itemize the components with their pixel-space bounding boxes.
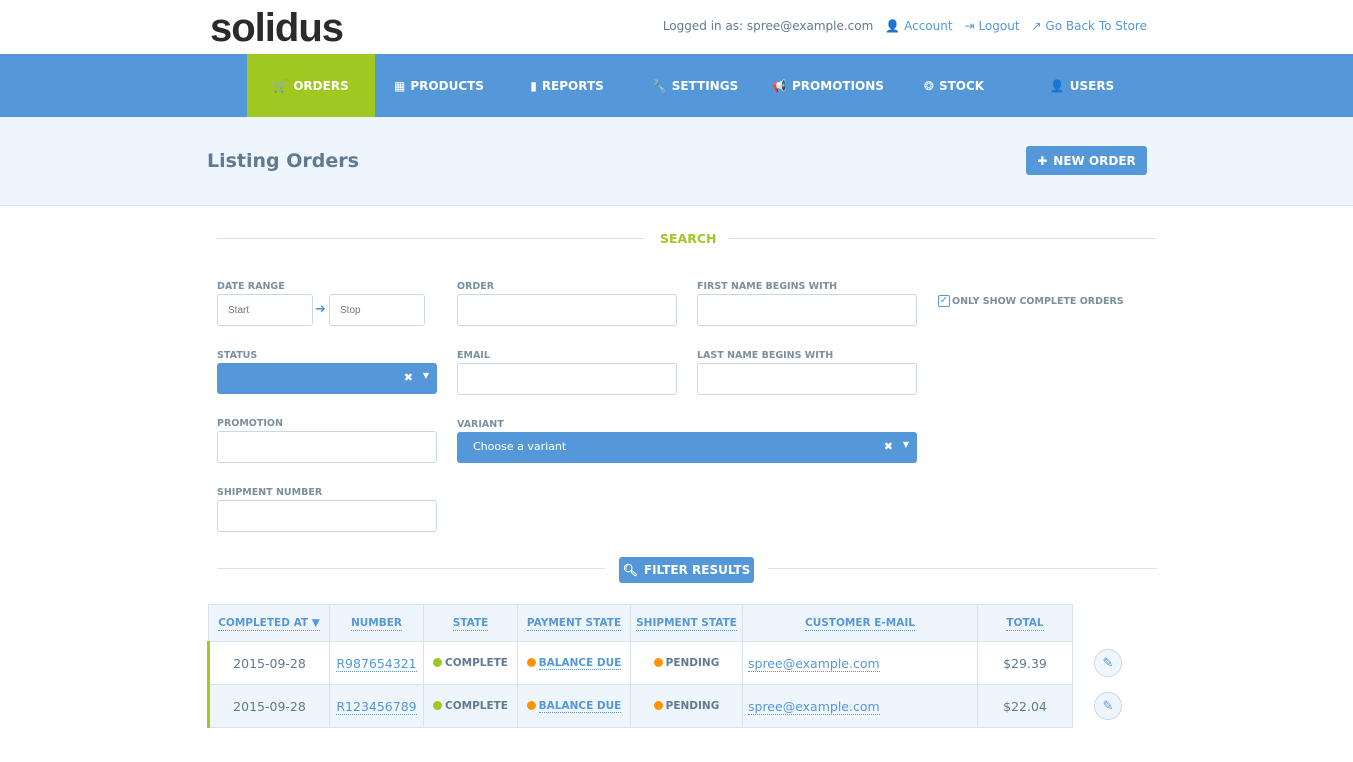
promotion-label: PROMOTION <box>217 418 283 429</box>
col-number[interactable]: NUMBER <box>329 604 424 642</box>
shipment-number-label: SHIPMENT NUMBER <box>217 487 323 498</box>
orders-table: COMPLETED AT ▼ NUMBER STATE PAYMENT STAT… <box>207 604 1073 728</box>
col-customer-email[interactable]: CUSTOMER E-MAIL <box>742 604 978 642</box>
table-row: 2015-09-28 R123456789 COMPLETE BALANCE D… <box>207 684 1073 728</box>
col-total[interactable]: TOTAL <box>977 604 1073 642</box>
first-name-input[interactable] <box>697 294 917 326</box>
only-complete-checkbox[interactable]: ✓ ONLY SHOW COMPLETE ORDERS <box>938 295 1124 307</box>
caret-down-icon: ▼ <box>902 440 909 449</box>
col-payment-state[interactable]: PAYMENT STATE <box>517 604 631 642</box>
last-name-label: LAST NAME BEGINS WITH <box>697 350 834 361</box>
user-links: Logged in as: spree@example.com 👤 Accoun… <box>663 19 1147 33</box>
variant-label: VARIANT <box>457 419 504 430</box>
plus-icon: ✚ <box>1037 153 1048 168</box>
edit-order-button[interactable]: ✎ <box>1094 692 1122 720</box>
promotion-input[interactable] <box>217 431 437 463</box>
external-link-icon: ↗ <box>1031 19 1042 33</box>
nav-orders[interactable]: 🛒 ORDERS <box>247 54 375 123</box>
nav-promotions[interactable]: 📢 PROMOTIONS <box>764 54 892 117</box>
arrow-right-icon: ➜ <box>315 302 326 317</box>
clear-icon: ✖ <box>883 440 893 453</box>
status-select[interactable]: ✖ ▼ <box>217 363 437 394</box>
status-label: STATUS <box>217 350 258 361</box>
order-number-link[interactable]: R987654321 <box>336 655 417 672</box>
email-label: EMAIL <box>457 350 490 361</box>
variant-select[interactable]: Choose a variant ✖ ▼ <box>457 432 917 463</box>
nav-settings[interactable]: 🔧 SETTINGS <box>631 54 759 117</box>
search-icon: 🔍︎ <box>622 563 638 577</box>
customer-email-link[interactable]: spree@example.com <box>748 698 880 715</box>
col-completed-at[interactable]: COMPLETED AT ▼ <box>208 604 330 642</box>
col-shipment-state[interactable]: SHIPMENT STATE <box>630 604 743 642</box>
first-name-label: FIRST NAME BEGINS WITH <box>697 281 838 292</box>
email-input[interactable] <box>457 363 677 395</box>
logout-link[interactable]: ⇥ Logout <box>965 19 1020 33</box>
cart-icon: 🛒 <box>273 78 289 93</box>
bullhorn-icon: 📢 <box>772 78 788 93</box>
clear-icon: ✖ <box>403 371 413 384</box>
checkbox-icon: ✓ <box>938 295 950 307</box>
order-label: ORDER <box>457 281 495 292</box>
user-icon: 👤 <box>1049 78 1065 93</box>
date-start-input[interactable] <box>217 294 313 326</box>
solidus-logo[interactable]: solidus <box>210 6 344 51</box>
back-to-store-link[interactable]: ↗ Go Back To Store <box>1032 19 1147 33</box>
edit-order-button[interactable]: ✎ <box>1094 649 1122 677</box>
nav-users[interactable]: 👤 USERS <box>1018 54 1146 117</box>
file-icon: ▮ <box>530 78 537 93</box>
payment-state-link[interactable]: BALANCE DUE <box>538 700 622 713</box>
order-input[interactable] <box>457 294 677 326</box>
page-header <box>0 117 1353 206</box>
nav-products[interactable]: ▦ PRODUCTS <box>375 54 503 117</box>
nav-stock[interactable]: ❂ STOCK <box>890 54 1018 117</box>
account-link[interactable]: 👤 Account <box>885 19 952 33</box>
main-nav: 🛒 ORDERS ▦ PRODUCTS ▮ REPORTS 🔧 SETTINGS 📢 PR… <box>0 54 1353 123</box>
nav-reports[interactable]: ▮ REPORTS <box>503 54 631 117</box>
last-name-input[interactable] <box>697 363 917 395</box>
search-heading: SEARCH <box>660 231 717 246</box>
date-range-label: DATE RANGE <box>217 281 285 292</box>
caret-down-icon: ▼ <box>422 371 429 380</box>
edit-icon: ✎ <box>1102 655 1114 671</box>
logout-icon: ⇥ <box>964 19 975 33</box>
filter-results-button[interactable]: 🔍︎ FILTER RESULTS <box>619 557 754 583</box>
logged-in-label: Logged in as: spree@example.com <box>662 19 874 33</box>
user-icon: 👤 <box>885 19 901 33</box>
table-row: 2015-09-28 R987654321 COMPLETE BALANCE D… <box>207 641 1073 685</box>
new-order-button[interactable]: ✚ NEW ORDER <box>1026 146 1147 175</box>
col-state[interactable]: STATE <box>423 604 518 642</box>
wrench-icon: 🔧 <box>651 78 667 93</box>
th-large-icon: ▦ <box>394 78 406 93</box>
date-stop-input[interactable] <box>329 294 425 326</box>
page-title: Listing Orders <box>207 150 359 172</box>
shipment-number-input[interactable] <box>217 500 437 532</box>
order-number-link[interactable]: R123456789 <box>336 698 417 715</box>
cubes-icon: ❂ <box>923 78 934 93</box>
customer-email-link[interactable]: spree@example.com <box>748 655 880 672</box>
edit-icon: ✎ <box>1102 698 1114 714</box>
payment-state-link[interactable]: BALANCE DUE <box>538 657 622 670</box>
